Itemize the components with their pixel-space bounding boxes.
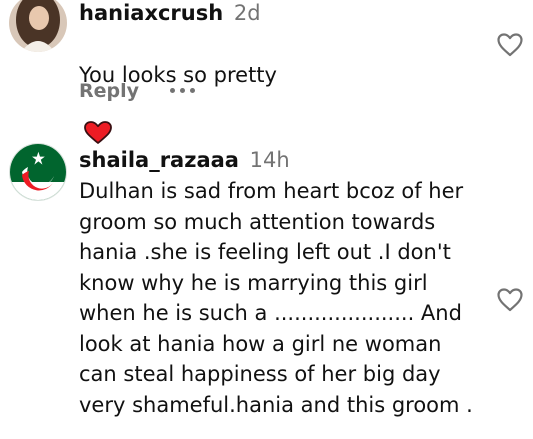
comment-time: 2d [233,1,261,25]
avatar[interactable] [9,143,67,201]
comment-item: shaila_razaaa 14h Dulhan is sad from hea… [0,137,533,439]
comment-username[interactable]: shaila_razaaa [79,148,239,172]
comment-text: Dulhan is sad from heart bcoz of her gro… [79,179,473,417]
comment-actions: Reply [79,76,200,102]
like-heart-icon[interactable] [496,32,524,58]
profile-photo [9,0,67,52]
comment-time: 14h [249,148,290,172]
avatar[interactable] [9,0,67,52]
comment-username[interactable]: haniaxcrush [79,1,223,25]
like-heart-icon[interactable] [496,287,524,313]
flag-avatar-icon [10,144,66,200]
more-options-icon[interactable] [169,76,200,98]
reply-button[interactable]: Reply [79,80,139,102]
comment-header: haniaxcrush 2d [79,0,261,26]
comment-header: shaila_razaaa 14h [79,147,290,173]
comment-item: haniaxcrush 2d You looks so pretty Reply [0,0,533,144]
